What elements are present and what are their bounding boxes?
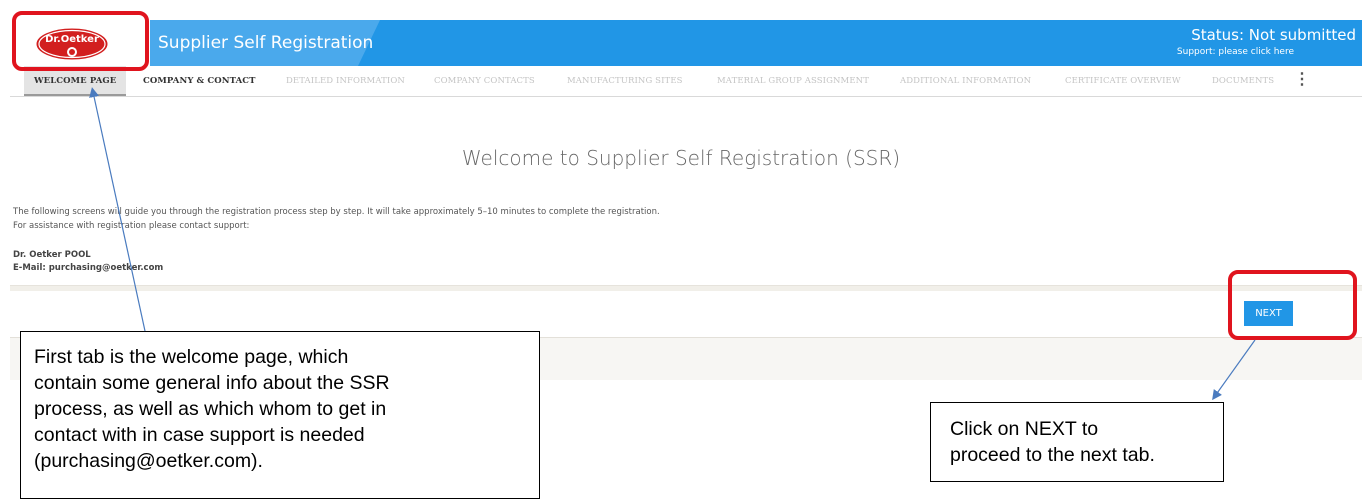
tab-company-contacts[interactable]: COMPANY CONTACTS bbox=[434, 66, 535, 96]
callout-line: contact with in case support is needed bbox=[34, 424, 365, 446]
callout-line: Click on NEXT to bbox=[950, 418, 1099, 440]
tab-material-group-assignment[interactable]: MATERIAL GROUP ASSIGNMENT bbox=[717, 66, 869, 96]
callout-line: First tab is the welcome page, which bbox=[34, 346, 349, 368]
tab-company-contact[interactable]: COMPANY & CONTACT bbox=[143, 66, 256, 96]
more-vertical-icon[interactable]: ⋮ bbox=[1294, 72, 1310, 88]
page-title: Welcome to Supplier Self Registration (S… bbox=[461, 146, 901, 170]
intro-text: The following screens will guide you thr… bbox=[13, 207, 660, 217]
callout-welcome-explanation: First tab is the welcome page, which con… bbox=[20, 331, 540, 499]
submission-status: Status: Not submitted bbox=[1191, 26, 1356, 44]
tab-detailed-information[interactable]: DETAILED INFORMATION bbox=[286, 66, 405, 96]
tab-certificate-overview[interactable]: CERTIFICATE OVERVIEW bbox=[1065, 66, 1181, 96]
next-button-highlight bbox=[1228, 270, 1357, 340]
support-instruction: For assistance with registration please … bbox=[13, 221, 250, 231]
tab-manufacturing-sites[interactable]: MANUFACTURING SITES bbox=[567, 66, 683, 96]
tab-additional-information[interactable]: ADDITIONAL INFORMATION bbox=[900, 66, 1031, 96]
contact-name: Dr. Oetker POOL bbox=[13, 250, 91, 260]
support-link[interactable]: Support: please click here bbox=[1177, 47, 1294, 57]
tab-documents[interactable]: DOCUMENTS bbox=[1212, 66, 1274, 96]
callout-line: (purchasing@oetker.com). bbox=[34, 450, 263, 472]
contact-email: E-Mail: purchasing@oetker.com bbox=[13, 263, 164, 273]
app-title: Supplier Self Registration bbox=[158, 33, 374, 53]
callout-line: proceed to the next tab. bbox=[950, 444, 1155, 466]
callout-next-explanation: Click on NEXT to proceed to the next tab… bbox=[930, 402, 1224, 482]
content-divider bbox=[10, 285, 1362, 291]
callout-line: contain some general info about the SSR bbox=[34, 372, 390, 394]
logo-highlight bbox=[12, 11, 149, 71]
tab-bar: WELCOME PAGE COMPANY & CONTACT DETAILED … bbox=[10, 66, 1362, 97]
callout-line: process, as well as which whom to get in bbox=[34, 398, 387, 420]
